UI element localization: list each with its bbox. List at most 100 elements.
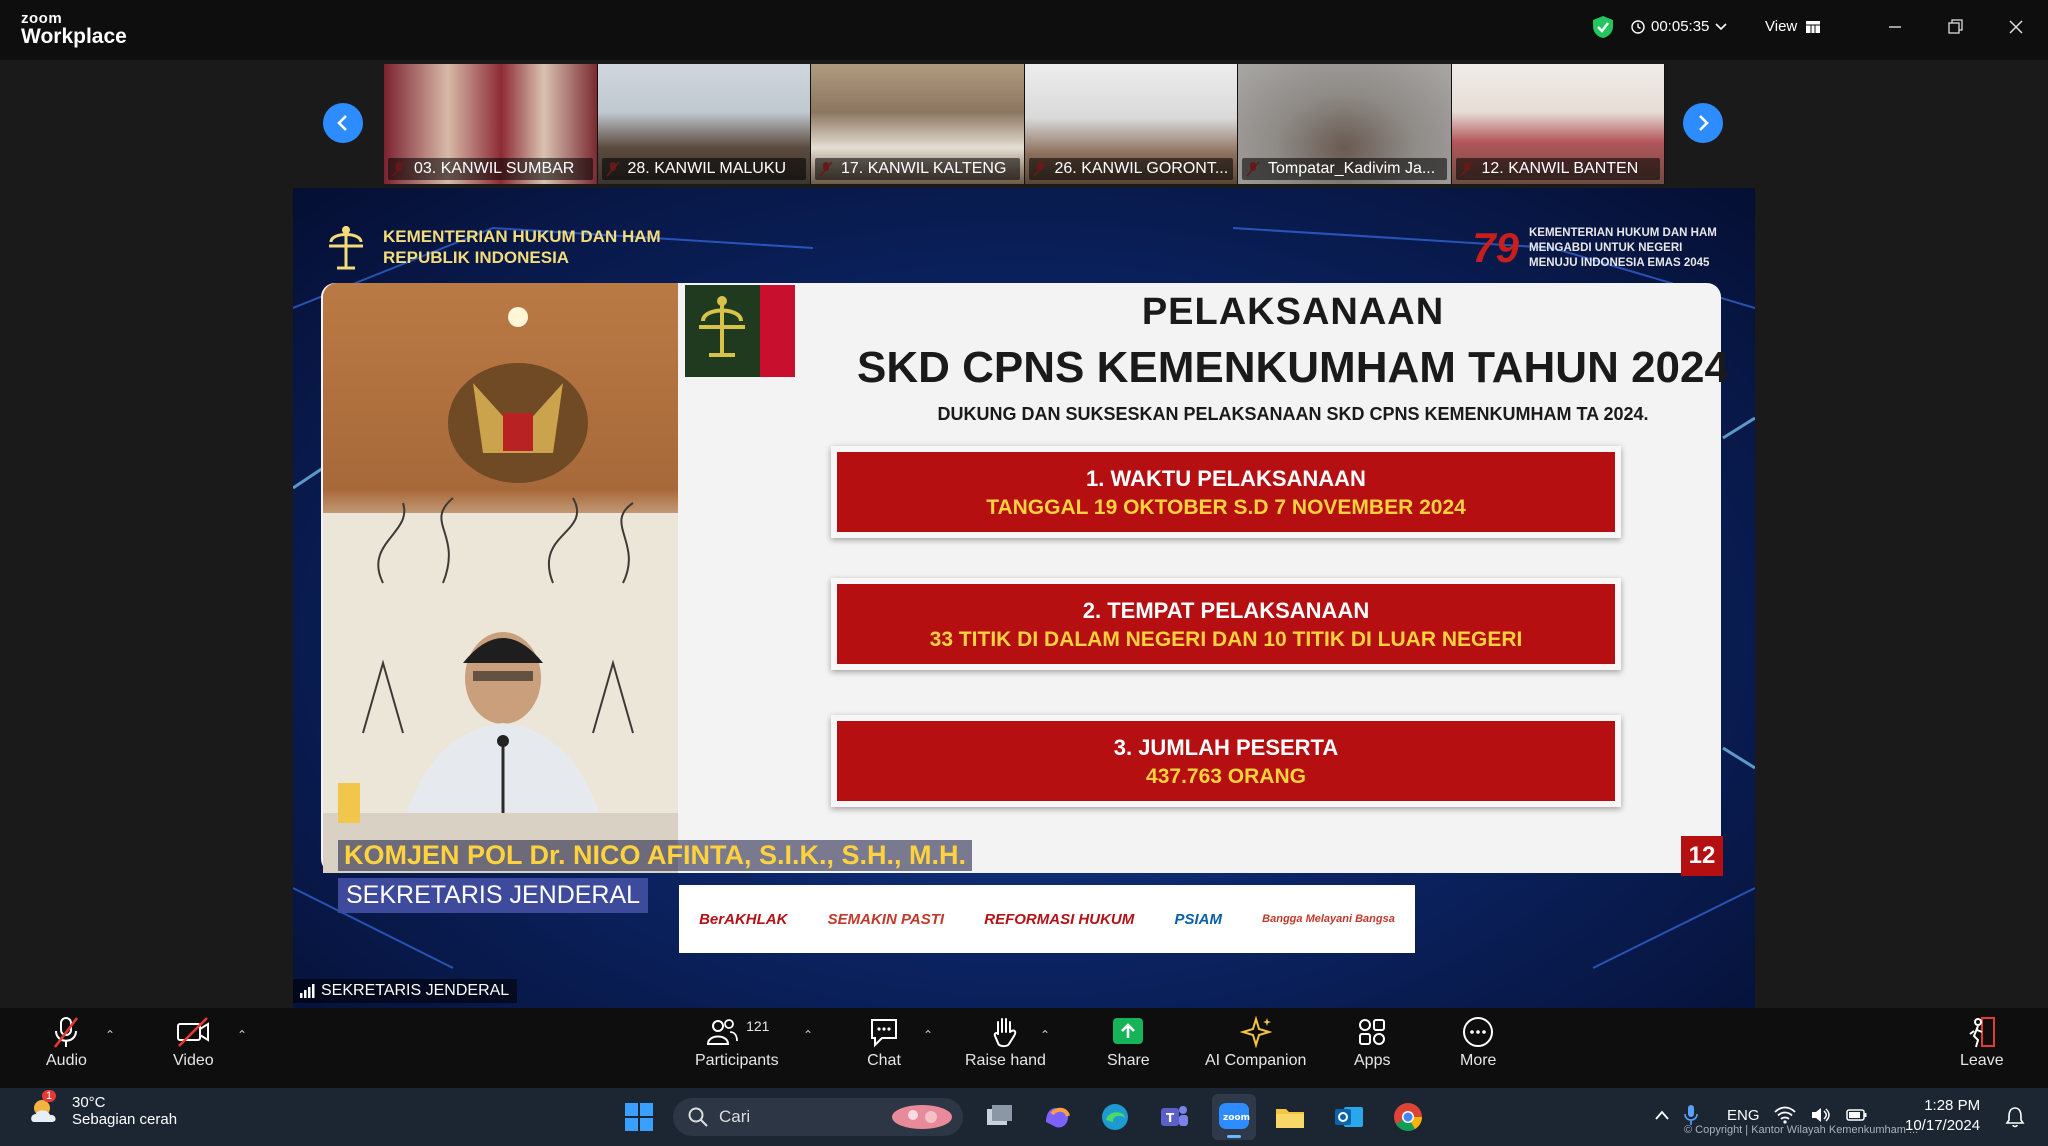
speaker-video <box>323 283 678 873</box>
weather-icon: 1 <box>28 1090 62 1128</box>
zoom-taskbar-button[interactable]: zoom <box>1212 1094 1256 1140</box>
weather-widget[interactable]: 1 30°C Sebagian cerah <box>28 1090 177 1128</box>
program-logos: BerAKHLAK SEMAKIN PASTI REFORMASI HUKUM … <box>679 885 1415 953</box>
microphone-icon[interactable] <box>1683 1104 1699 1126</box>
grid-view-icon <box>1806 20 1821 33</box>
speaker-name-caption: KOMJEN POL Dr. NICO AFINTA, S.I.K., S.H.… <box>338 840 973 871</box>
slide-item-title: 2. TEMPAT PELAKSANAAN <box>1082 598 1370 623</box>
participant-name: 12. KANWIL BANTEN <box>1455 158 1660 180</box>
participant-thumbnail[interactable]: 17. KANWIL KALTENG <box>811 64 1025 184</box>
slide-item-title: 1. WAKTU PELAKSANAAN <box>1086 466 1366 491</box>
wifi-icon[interactable] <box>1773 1106 1796 1124</box>
title-bar: zoom Workplace 00:05:35 View <box>0 0 2048 60</box>
anniversary-logo: 79 <box>1472 224 1519 271</box>
task-view-icon[interactable] <box>982 1100 1016 1134</box>
slide-page-number: 12 <box>1681 836 1723 876</box>
leave-button[interactable]: Leave <box>1960 1014 2004 1070</box>
encryption-shield-icon[interactable] <box>1592 15 1614 39</box>
apps-icon <box>1359 1019 1386 1045</box>
zoom-app-icon: zoom <box>1219 1103 1250 1129</box>
video-label: Video <box>173 1052 214 1069</box>
edge-browser-icon[interactable] <box>1098 1100 1132 1134</box>
slide-item-2: 2. TEMPAT PELAKSANAAN 33 TITIK DI DALAM … <box>831 578 1621 670</box>
slide-emblem <box>685 285 795 377</box>
shared-screen: KEMENTERIAN HUKUM DAN HAM REPUBLIK INDON… <box>293 188 1755 1008</box>
audio-options-caret[interactable]: ⌃ <box>105 1028 115 1042</box>
participants-label: Participants <box>695 1052 779 1069</box>
taskbar-search[interactable]: Cari <box>673 1098 963 1136</box>
search-icon <box>688 1107 708 1127</box>
ministry-header: KEMENTERIAN HUKUM DAN HAM REPUBLIK INDON… <box>323 222 661 272</box>
participant-thumbnail[interactable]: 26. KANWIL GORONT... <box>1024 64 1238 184</box>
restore-icon[interactable] <box>1940 12 1970 42</box>
more-button[interactable]: More <box>1460 1014 1496 1070</box>
outlook-icon[interactable] <box>1332 1100 1366 1134</box>
clock-icon <box>1631 19 1645 34</box>
gallery-next-button[interactable] <box>1683 103 1723 143</box>
volume-icon[interactable] <box>1810 1106 1832 1124</box>
more-icon <box>1463 1017 1494 1047</box>
svg-text:T: T <box>1166 1111 1175 1125</box>
apps-button[interactable]: Apps <box>1354 1014 1390 1070</box>
speaker-video-scene <box>323 307 678 873</box>
raise-hand-button[interactable]: Raise hand <box>965 1014 1046 1070</box>
video-options-caret[interactable]: ⌃ <box>237 1028 247 1042</box>
teams-icon[interactable]: T <box>1157 1100 1191 1134</box>
input-language[interactable]: ENG <box>1727 1107 1760 1124</box>
anniversary-motto: 79 KEMENTERIAN HUKUM DAN HAM MENGABDI UN… <box>1472 224 1729 272</box>
minimize-icon[interactable] <box>1880 12 1910 42</box>
participant-thumbnail[interactable]: 28. KANWIL MALUKU <box>597 64 811 184</box>
audio-button[interactable]: Audio <box>46 1014 87 1070</box>
file-explorer-icon[interactable] <box>1273 1100 1307 1134</box>
video-button[interactable]: Video <box>173 1014 214 1070</box>
notification-bell-icon[interactable] <box>2004 1106 2026 1128</box>
gallery-prev-button[interactable] <box>323 103 363 143</box>
slide-item-title: 3. JUMLAH PESERTA <box>1113 735 1339 760</box>
raise-hand-label: Raise hand <box>965 1052 1046 1069</box>
logo-reformasi-hukum: REFORMASI HUKUM <box>984 910 1135 928</box>
timer-text: 00:05:35 <box>1651 18 1710 35</box>
windows-start-icon[interactable] <box>622 1100 656 1134</box>
share-button[interactable]: Share <box>1107 1014 1150 1070</box>
view-button[interactable]: View <box>1765 18 1821 35</box>
participant-name: 03. KANWIL SUMBAR <box>388 158 593 180</box>
ai-companion-button[interactable]: AI Companion <box>1205 1014 1306 1070</box>
weather-badge: 1 <box>42 1090 57 1102</box>
chevron-right-icon <box>1699 115 1709 131</box>
slide-item-detail: 437.763 ORANG <box>1146 765 1306 788</box>
participants-options-caret[interactable]: ⌃ <box>803 1028 813 1042</box>
search-highlight-icon <box>892 1105 952 1129</box>
meeting-toolbar: Audio ⌃ Video ⌃ 121 Participants ⌃ Chat … <box>0 1008 2048 1088</box>
reactions-options-caret[interactable]: ⌃ <box>1040 1028 1050 1042</box>
slide-item-detail: TANGGAL 19 OKTOBER S.D 7 NOVEMBER 2024 <box>986 496 1466 519</box>
participant-name: 26. KANWIL GORONT... <box>1028 158 1233 180</box>
search-placeholder: Cari <box>719 1107 751 1126</box>
participant-thumbnail[interactable]: Tompatar_Kadivim Ja... <box>1238 64 1452 184</box>
participant-thumbnail[interactable]: 03. KANWIL SUMBAR <box>384 64 598 184</box>
chevron-down-icon <box>1715 22 1727 30</box>
meeting-timer[interactable]: 00:05:35 <box>1631 18 1727 35</box>
system-tray: ENG <box>1655 1104 1868 1126</box>
battery-icon[interactable] <box>1845 1108 1868 1122</box>
mic-muted-icon <box>54 1017 79 1048</box>
logo-berakhlak: BerAKHLAK <box>699 910 788 928</box>
participant-thumbnail[interactable]: 12. KANWIL BANTEN <box>1451 64 1665 184</box>
ministry-emblem-icon <box>685 285 795 377</box>
chevron-left-icon <box>337 115 347 131</box>
active-speaker-name: SEKRETARIS JENDERAL <box>321 982 510 999</box>
chrome-icon[interactable] <box>1391 1100 1425 1134</box>
motto-line3: MENUJU INDONESIA EMAS 2045 <box>1529 256 1710 269</box>
svg-text:zoom: zoom <box>1223 1113 1250 1123</box>
participant-name: Tompatar_Kadivim Ja... <box>1242 158 1447 180</box>
weather-temp: 30°C <box>72 1094 106 1111</box>
slide-item-detail: 33 TITIK DI DALAM NEGERI DAN 10 TITIK DI… <box>929 628 1523 651</box>
close-icon[interactable] <box>2001 12 2031 42</box>
chat-label: Chat <box>867 1052 901 1069</box>
hand-icon <box>994 1018 1017 1048</box>
app-brand: Workplace <box>21 25 127 48</box>
participants-button[interactable]: 121 Participants <box>695 1014 779 1070</box>
chat-options-caret[interactable]: ⌃ <box>923 1028 933 1042</box>
chat-button[interactable]: Chat <box>866 1014 902 1070</box>
copilot-icon[interactable] <box>1040 1100 1074 1134</box>
chevron-up-icon[interactable] <box>1655 1110 1669 1120</box>
